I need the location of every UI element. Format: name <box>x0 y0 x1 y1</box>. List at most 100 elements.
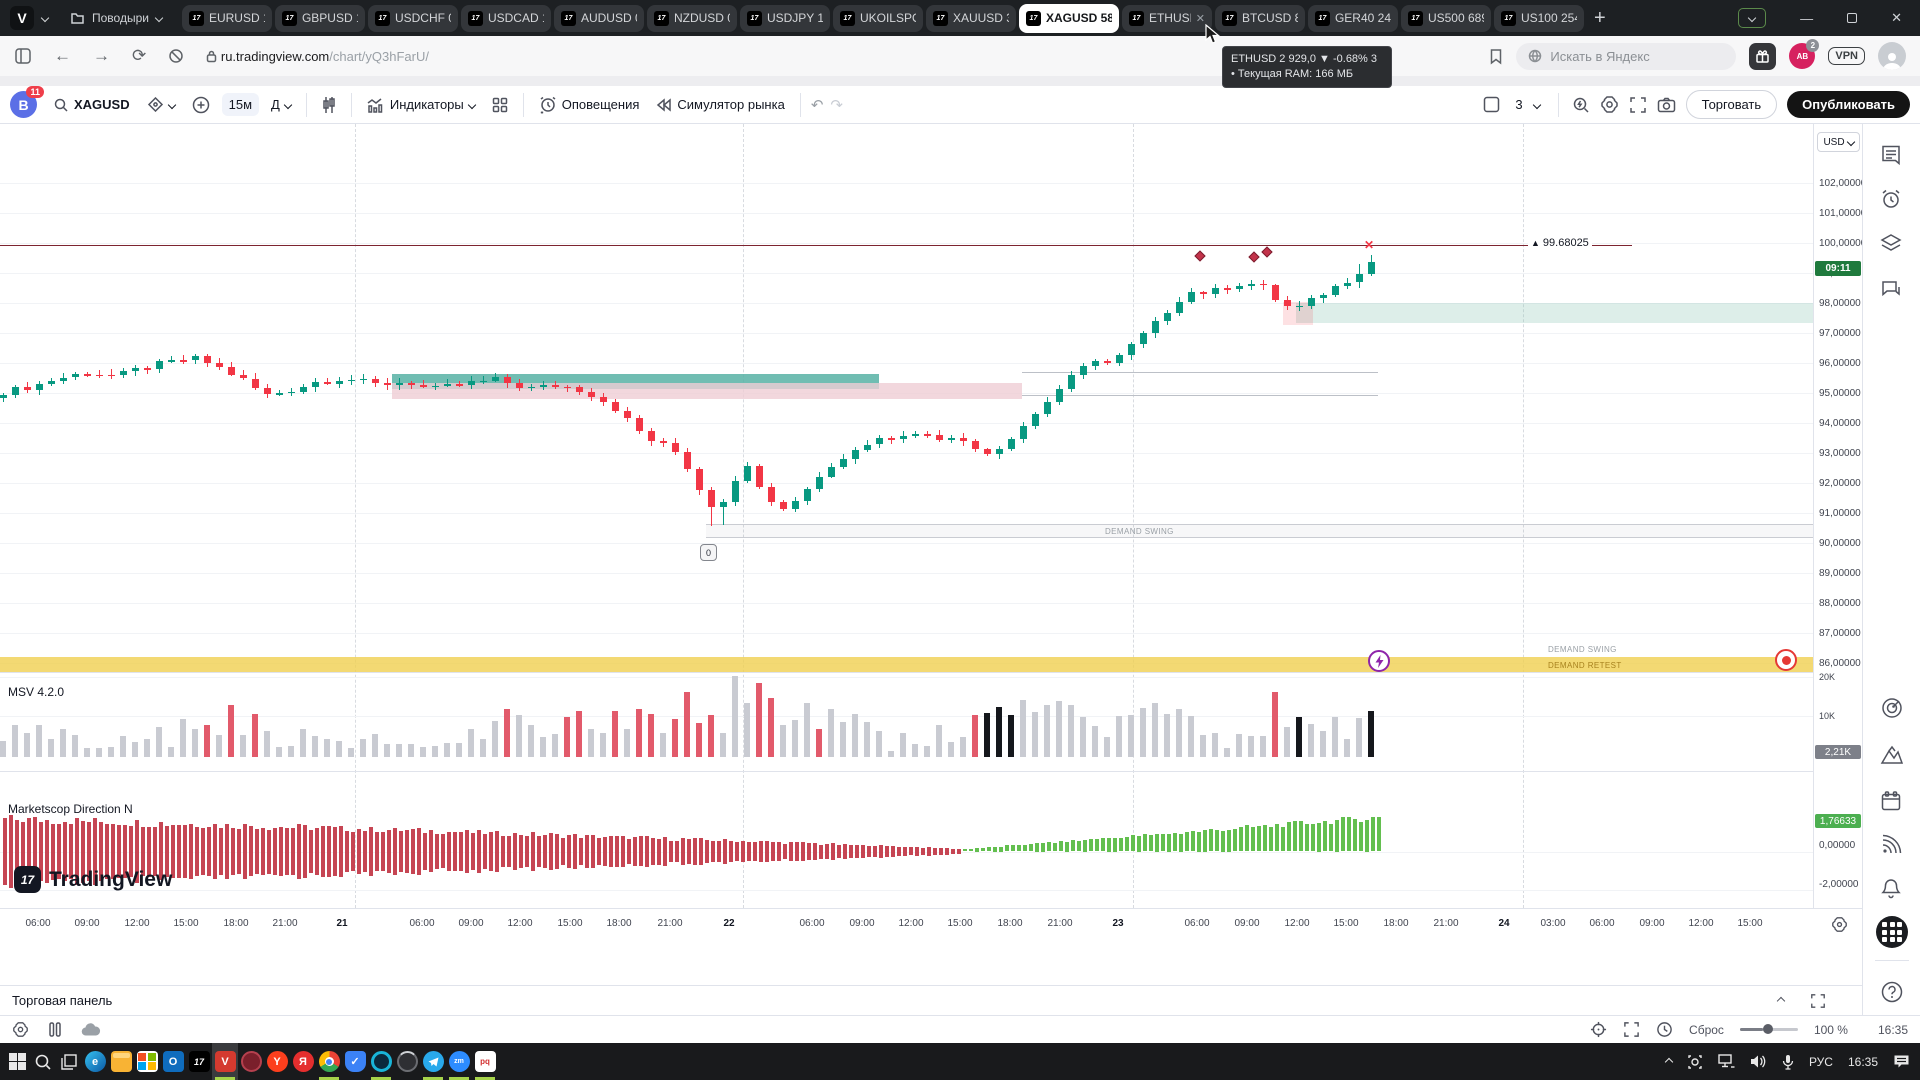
gift-button[interactable] <box>1749 43 1776 70</box>
zoom-slider[interactable] <box>1740 1028 1798 1031</box>
pause-icon[interactable] <box>49 1022 61 1037</box>
browser-tab-ethusd[interactable]: 17ETHUSD✕ <box>1122 5 1212 32</box>
browser-tab-gbpusd[interactable]: 17GBPUSD 1,3 <box>275 5 365 32</box>
alerts-clock-icon[interactable] <box>1880 188 1902 210</box>
vpn-button[interactable]: VPN <box>1828 47 1865 65</box>
red-logo-circle-icon[interactable] <box>1775 649 1797 671</box>
cloud-save-icon[interactable] <box>81 1023 101 1037</box>
shield-vpn-app-icon[interactable]: ✓ <box>342 1043 368 1080</box>
camera-snapshot-icon[interactable] <box>1657 97 1676 113</box>
browser-tab-btcusd[interactable]: 17BTCUSD 89 <box>1215 5 1305 32</box>
notifications-bell-icon[interactable] <box>1880 877 1902 899</box>
outlook-icon[interactable]: O <box>160 1043 186 1080</box>
keyboard-language[interactable]: РУС <box>1809 1055 1833 1069</box>
user-avatar[interactable] <box>1878 42 1906 70</box>
darkred-app-icon[interactable] <box>238 1043 264 1080</box>
chart-plot[interactable]: DEMAND SWINGDEMAND SWINGDEMAND RETEST▲99… <box>0 124 1813 908</box>
crosshair-target-icon[interactable] <box>1590 1021 1607 1038</box>
close-window-button[interactable]: ✕ <box>1891 10 1902 26</box>
add-symbol-button[interactable] <box>187 92 215 118</box>
tray-network-icon[interactable] <box>1718 1054 1735 1069</box>
address-bar[interactable]: ru.tradingview.com/chart/yQ3hFarU/ <box>206 49 429 64</box>
zoom-icon[interactable]: zm <box>446 1043 472 1080</box>
alerts-button[interactable]: Оповещения <box>534 92 645 118</box>
redo-button[interactable]: ↷ <box>830 96 843 114</box>
browser-logo-icon[interactable]: V <box>10 6 34 30</box>
chart-style-button[interactable] <box>317 92 341 118</box>
screener-radar-icon[interactable] <box>1880 696 1904 720</box>
start-button[interactable] <box>4 1043 30 1080</box>
compare-symbol-button[interactable] <box>142 93 180 116</box>
action-center-icon[interactable] <box>1893 1054 1910 1069</box>
microsoft-store-icon[interactable] <box>134 1043 160 1080</box>
browser-tab-ger40[interactable]: 17GER40 248 <box>1308 5 1398 32</box>
axis-settings-gear-icon[interactable] <box>1831 916 1848 933</box>
interval-15m-button[interactable]: 15м <box>222 93 259 116</box>
symbol-search-button[interactable]: XAGUSD <box>48 93 135 117</box>
cyan-c-app-icon[interactable] <box>368 1043 394 1080</box>
layout-count-button[interactable]: 3 <box>1510 93 1544 116</box>
browser-menu-chevron-icon[interactable] <box>41 14 49 22</box>
yandex-search-app-icon[interactable]: Я <box>290 1043 316 1080</box>
interval-daily-button[interactable]: Д <box>266 93 296 116</box>
chat-icon[interactable] <box>1880 278 1902 300</box>
minimize-button[interactable]: — <box>1800 11 1813 26</box>
tab-close-icon[interactable]: ✕ <box>1196 12 1205 25</box>
telegram-icon[interactable] <box>420 1043 446 1080</box>
object-tree-layers-icon[interactable] <box>1880 232 1902 254</box>
time-axis[interactable]: 06:0009:0012:0015:0018:0021:002106:0009:… <box>0 908 1862 940</box>
tray-speaker-icon[interactable] <box>1750 1054 1767 1069</box>
task-view-icon[interactable] <box>56 1043 82 1080</box>
bookmark-flag-icon[interactable] <box>1489 48 1503 65</box>
market-simulator-button[interactable]: Симулятор рынка <box>651 93 789 116</box>
bookmarks-folder[interactable]: Поводыри <box>70 11 162 26</box>
edge-icon[interactable]: e <box>82 1043 108 1080</box>
browser-tab-ukoilspot[interactable]: 17UKOILSPOT <box>833 5 923 32</box>
profile-ab-button[interactable]: AB2 <box>1789 43 1815 69</box>
lightning-circle-icon[interactable] <box>1368 650 1390 672</box>
fullscreen-icon[interactable] <box>1629 96 1647 114</box>
frame-scale-icon[interactable] <box>1623 1021 1640 1038</box>
price-axis[interactable]: USD 09:11 2,21K 1,76633 102,00000101,000… <box>1813 124 1862 908</box>
tray-record-icon[interactable] <box>1687 1054 1703 1070</box>
browser-tab-audusd[interactable]: 17AUDUSD 0,6 <box>554 5 644 32</box>
help-icon[interactable] <box>1880 980 1904 1004</box>
layout-icon[interactable] <box>1483 96 1500 113</box>
undo-button[interactable]: ↶ <box>811 96 824 114</box>
direction-indicator-title[interactable]: Marketscop Direction N <box>8 802 133 816</box>
tab-list-button[interactable] <box>1738 8 1766 28</box>
browser-tab-xauusd[interactable]: 17XAUUSD 39 <box>926 5 1016 32</box>
close-cross-marker[interactable]: ✕ <box>1364 238 1374 252</box>
yandex-v-app-icon[interactable]: V <box>212 1043 238 1080</box>
browser-tab-eurusd[interactable]: 17EURUSD 1,1 <box>182 5 272 32</box>
apps-grid-button[interactable] <box>1876 916 1908 948</box>
tray-expand-chevron-icon[interactable] <box>1665 1057 1673 1065</box>
new-tab-button[interactable]: + <box>1594 7 1606 30</box>
panel-maximize-icon[interactable] <box>1810 993 1826 1009</box>
file-explorer-icon[interactable] <box>108 1043 134 1080</box>
chrome-icon[interactable] <box>316 1043 342 1080</box>
dark-swirl-app-icon[interactable] <box>394 1043 420 1080</box>
browser-tab-xagusd[interactable]: 17XAGUSD 58 <box>1019 4 1119 33</box>
reload-button[interactable]: ⟳ <box>132 46 146 66</box>
indicators-button[interactable]: Индикаторы <box>362 93 480 117</box>
quick-search-icon[interactable] <box>1572 96 1590 114</box>
account-avatar[interactable]: B11 <box>10 91 37 118</box>
browser-tab-usdchf[interactable]: 17USDCHF 0,8 <box>368 5 458 32</box>
news-signal-icon[interactable] <box>1880 834 1902 856</box>
adblock-shield-icon[interactable] <box>168 48 184 64</box>
bottom-settings-gear-icon[interactable] <box>12 1021 29 1038</box>
tray-microphone-icon[interactable] <box>1782 1054 1794 1070</box>
tradingview-app-icon[interactable]: 17 <box>186 1043 212 1080</box>
zoom-slider-knob[interactable] <box>1763 1024 1773 1034</box>
back-button[interactable]: ← <box>54 46 71 66</box>
taskbar-search-icon[interactable] <box>30 1043 56 1080</box>
calendar-icon[interactable] <box>1880 790 1902 812</box>
templates-grid-button[interactable] <box>487 93 513 117</box>
msv-indicator-title[interactable]: MSV 4.2.0 <box>8 685 64 699</box>
yandex-browser-icon[interactable]: Y <box>264 1043 290 1080</box>
restore-button[interactable] <box>1847 13 1857 23</box>
time-scale-icon[interactable] <box>1656 1021 1673 1038</box>
red-app-icon[interactable]: pq <box>472 1043 498 1080</box>
settings-gear-icon[interactable] <box>1600 95 1619 114</box>
